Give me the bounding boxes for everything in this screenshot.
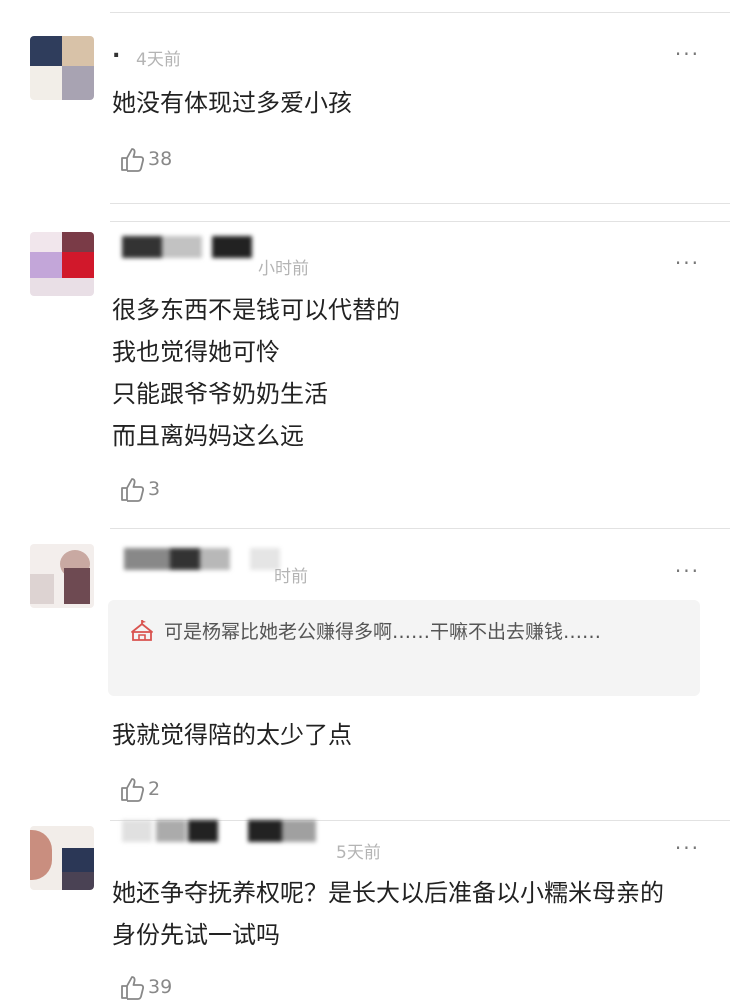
avatar[interactable] [30,232,94,296]
like-count: 3 [148,478,161,500]
avatar[interactable] [30,36,94,100]
comment-text: 我就觉得陪的太少了点 [112,721,352,749]
username-redacted[interactable] [112,820,322,850]
quoted-text: 可是杨幂比她老公赚得多啊……干嘛不出去赚钱…… [164,621,602,643]
thumbs-up-icon [121,976,145,1000]
thumbs-up-icon [121,778,145,802]
like-count: 38 [148,148,173,170]
divider [110,203,730,204]
username[interactable]: . [112,38,120,63]
more-options-icon[interactable]: ··· [675,251,700,275]
like-count: 39 [148,976,173,998]
like-button[interactable]: 38 [118,144,172,174]
timestamp: 5天前 [336,843,381,863]
avatar[interactable] [30,544,94,608]
comment-text: 她没有体现过多爱小孩 [112,89,352,117]
circus-tent-icon [131,620,153,641]
comment-text: 她还争夺抚养权呢？是长大以后准备以小糯米母亲的身份先试一试吗 [112,879,664,949]
like-button[interactable]: 2 [118,774,160,804]
timestamp: 小时前 [258,259,309,279]
more-options-icon[interactable]: ··· [675,42,700,66]
timestamp: 时前 [274,567,308,587]
like-count: 2 [148,778,161,800]
avatar[interactable] [30,826,94,890]
thumbs-up-icon [121,148,145,172]
username-redacted[interactable] [112,236,262,266]
more-options-icon[interactable]: ··· [675,559,700,583]
like-button[interactable]: 39 [118,972,172,1002]
divider [110,221,730,222]
username-redacted[interactable] [112,548,282,578]
divider-top [110,12,730,13]
comment-text: 很多东西不是钱可以代替的 我也觉得她可怜 只能跟爷爷奶奶生活 而且离妈妈这么远 [112,296,400,450]
thumbs-up-icon [121,478,145,502]
more-options-icon[interactable]: ··· [675,836,700,860]
divider [110,528,730,529]
quoted-reply[interactable]: 可是杨幂比她老公赚得多啊……干嘛不出去赚钱…… [108,600,700,696]
timestamp: 4天前 [136,50,181,70]
like-button[interactable]: 3 [118,474,160,504]
